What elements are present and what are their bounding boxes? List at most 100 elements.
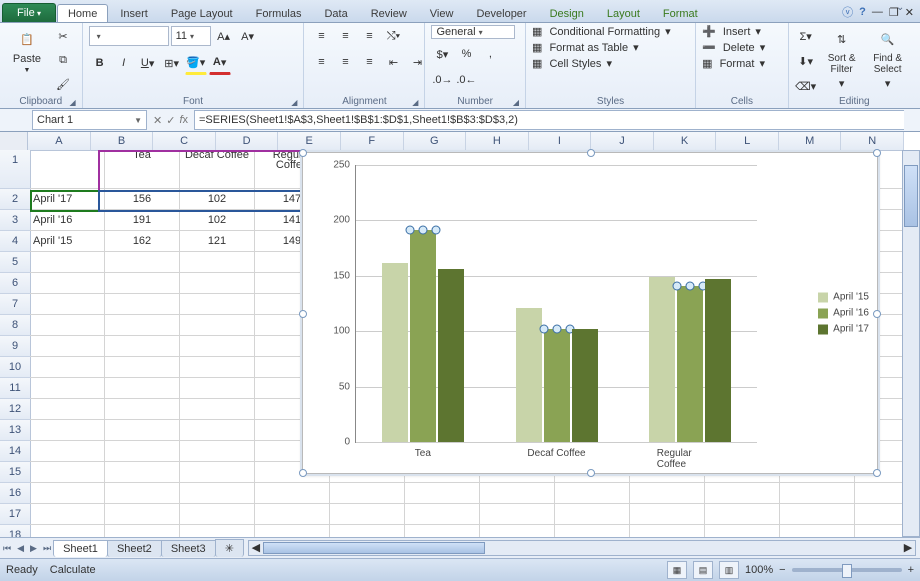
row-header[interactable]: 13 — [0, 420, 31, 441]
chart-handle[interactable] — [873, 149, 881, 157]
cell[interactable]: April '16 — [30, 210, 105, 231]
cell[interactable] — [705, 504, 780, 525]
minimize-ribbon-icon[interactable]: ⓥ — [842, 4, 853, 20]
column-header[interactable]: A — [28, 132, 91, 151]
fill-color-button[interactable]: 🪣▾ — [185, 51, 207, 75]
cell[interactable] — [180, 378, 255, 399]
cell[interactable] — [30, 441, 105, 462]
window-close-icon[interactable]: ✕ — [905, 6, 914, 19]
cell[interactable] — [405, 483, 480, 504]
cell[interactable] — [405, 504, 480, 525]
chart-bar[interactable] — [572, 329, 598, 442]
align-top-icon[interactable]: ≡ — [310, 25, 332, 47]
column-header[interactable]: E — [278, 132, 341, 151]
cell[interactable] — [30, 336, 105, 357]
cell[interactable] — [330, 504, 405, 525]
cell[interactable] — [180, 462, 255, 483]
chart-bar[interactable] — [649, 277, 675, 442]
border-button[interactable]: ⊞▾ — [161, 52, 183, 74]
normal-view-icon[interactable]: ▦ — [667, 561, 687, 579]
cell[interactable] — [555, 525, 630, 537]
cell[interactable] — [30, 504, 105, 525]
name-box[interactable]: Chart 1▼ — [32, 110, 147, 130]
cell[interactable] — [705, 483, 780, 504]
cell[interactable] — [555, 504, 630, 525]
cell[interactable] — [630, 525, 705, 537]
cell[interactable] — [105, 441, 180, 462]
align-left-icon[interactable]: ≡ — [310, 51, 332, 73]
tab-developer[interactable]: Developer — [465, 4, 537, 22]
delete-cells-button[interactable]: ➖ Delete ▾ — [702, 41, 765, 54]
row-header[interactable]: 8 — [0, 315, 31, 336]
accept-formula-icon[interactable]: ✓ — [166, 114, 175, 127]
column-header[interactable]: J — [591, 132, 654, 151]
horizontal-scrollbar[interactable]: ◀ ▶ — [248, 540, 916, 556]
column-header[interactable]: F — [341, 132, 404, 151]
cell[interactable] — [105, 357, 180, 378]
cell[interactable] — [105, 399, 180, 420]
tab-view[interactable]: View — [419, 4, 465, 22]
font-color-button[interactable]: A▾ — [209, 51, 231, 75]
sheet-tab-2[interactable]: Sheet2 — [107, 540, 162, 557]
chart-handle[interactable] — [873, 469, 881, 477]
chart-handle[interactable] — [299, 149, 307, 157]
cell[interactable]: 191 — [105, 210, 180, 231]
cell[interactable] — [330, 525, 405, 537]
status-calculate[interactable]: Calculate — [50, 564, 96, 576]
cell[interactable] — [180, 441, 255, 462]
row-header[interactable]: 4 — [0, 231, 31, 252]
cell[interactable]: 162 — [105, 231, 180, 252]
chart-handle[interactable] — [873, 310, 881, 318]
formula-input[interactable]: =SERIES(Sheet1!$A$3,Sheet1!$B$1:$D$1,She… — [194, 110, 904, 130]
orientation-icon[interactable]: ⤭▾ — [382, 25, 404, 47]
zoom-in-icon[interactable]: + — [908, 564, 914, 576]
cell[interactable] — [30, 357, 105, 378]
row-header[interactable]: 11 — [0, 378, 31, 399]
cell[interactable] — [30, 150, 105, 189]
align-bottom-icon[interactable]: ≡ — [358, 25, 380, 47]
cell[interactable] — [105, 252, 180, 273]
window-minimize-icon[interactable]: — — [872, 6, 883, 18]
cell[interactable] — [105, 525, 180, 537]
chart-handle[interactable] — [587, 469, 595, 477]
zoom-out-icon[interactable]: − — [779, 564, 785, 576]
cell[interactable] — [555, 483, 630, 504]
row-header[interactable]: 17 — [0, 504, 31, 525]
cell[interactable] — [255, 504, 330, 525]
expand-formula-icon[interactable]: ⌄ — [896, 2, 906, 13]
row-header[interactable]: 18 — [0, 525, 31, 537]
cell[interactable] — [180, 336, 255, 357]
cell[interactable] — [105, 273, 180, 294]
cell[interactable] — [105, 462, 180, 483]
autosum-icon[interactable]: Σ▾ — [795, 25, 817, 47]
clear-icon[interactable]: ⌫▾ — [795, 75, 817, 97]
column-header[interactable]: K — [654, 132, 717, 151]
cell[interactable] — [780, 525, 855, 537]
cell[interactable] — [780, 483, 855, 504]
chart-bar[interactable] — [410, 230, 436, 442]
cell[interactable] — [105, 420, 180, 441]
row-header[interactable]: 2 — [0, 189, 31, 210]
chart-handle[interactable] — [587, 149, 595, 157]
chart-data-point[interactable] — [686, 281, 695, 290]
cell[interactable] — [255, 525, 330, 537]
legend-item[interactable]: April '15 — [818, 292, 869, 303]
column-header[interactable]: L — [716, 132, 779, 151]
cell[interactable] — [30, 525, 105, 537]
select-all-corner[interactable] — [0, 132, 28, 151]
row-header[interactable]: 10 — [0, 357, 31, 378]
paste-button[interactable]: 📋 Paste ▼ — [6, 25, 48, 74]
cell[interactable]: 102 — [180, 210, 255, 231]
chart-bar[interactable] — [705, 279, 731, 442]
tab-design[interactable]: Design — [539, 4, 595, 22]
cell[interactable] — [480, 483, 555, 504]
cell-styles-button[interactable]: ▦ Cell Styles ▾ — [532, 57, 612, 70]
chart-bar[interactable] — [516, 308, 542, 442]
cell[interactable] — [30, 483, 105, 504]
column-header[interactable]: G — [404, 132, 467, 151]
cell[interactable] — [105, 294, 180, 315]
row-header[interactable]: 3 — [0, 210, 31, 231]
row-header[interactable]: 9 — [0, 336, 31, 357]
cell[interactable]: Tea — [105, 150, 180, 189]
row-header[interactable]: 7 — [0, 294, 31, 315]
